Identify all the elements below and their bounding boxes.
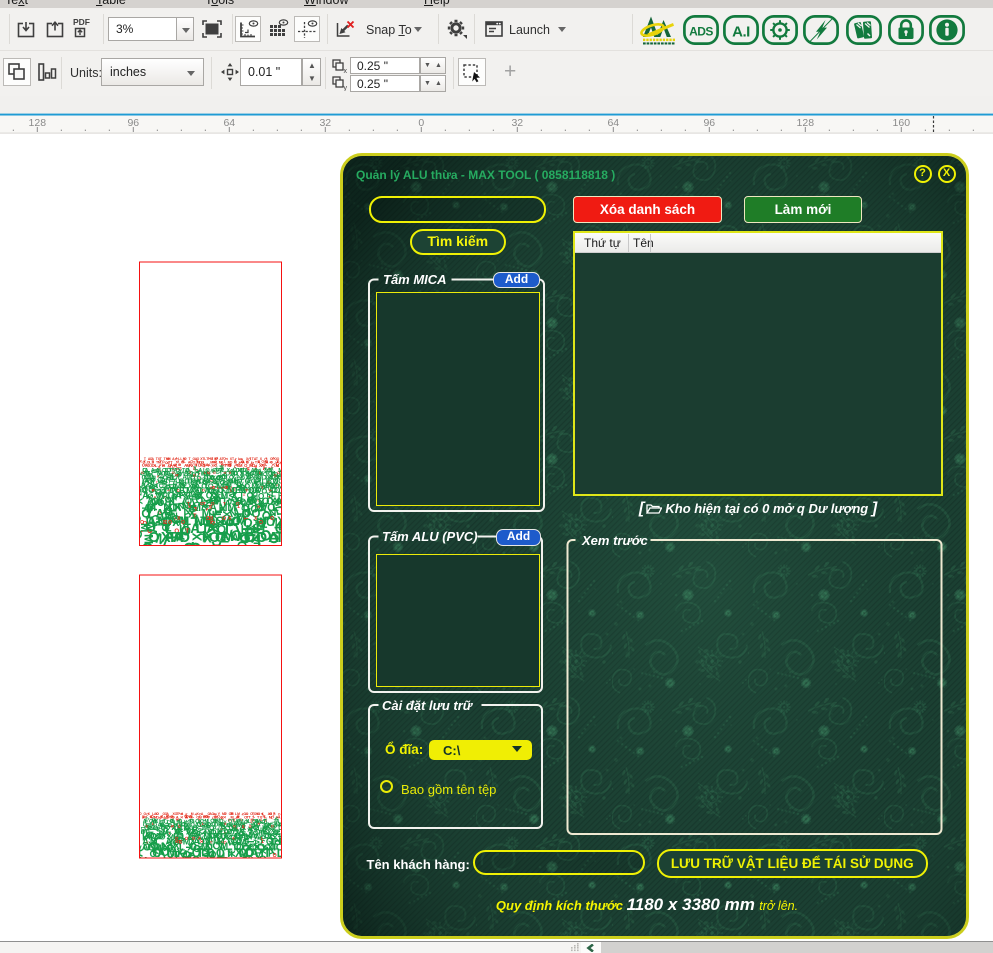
- svg-text:O: O: [189, 855, 200, 863]
- svg-text:O: O: [277, 471, 280, 475]
- svg-text:A: A: [151, 489, 156, 492]
- svg-text:O: O: [181, 518, 185, 524]
- svg-text:O: O: [270, 516, 274, 522]
- svg-text:A: A: [220, 528, 230, 543]
- svg-text:O: O: [259, 518, 263, 524]
- svg-text:O: O: [176, 839, 180, 844]
- svg-text:O: O: [141, 471, 144, 475]
- svg-text:X: X: [224, 821, 227, 826]
- svg-text:O: O: [184, 836, 189, 840]
- svg-text:X: X: [275, 464, 280, 467]
- svg-text:O: O: [271, 824, 274, 829]
- svg-text:M: M: [206, 850, 215, 861]
- svg-text:M: M: [161, 520, 167, 524]
- svg-text:T: T: [173, 850, 180, 861]
- svg-text:T: T: [223, 501, 226, 506]
- svg-text:A: A: [163, 854, 171, 866]
- svg-text:T: T: [237, 504, 240, 509]
- svg-text:O: O: [213, 471, 216, 475]
- svg-text:A: A: [173, 531, 188, 541]
- svg-text:O: O: [202, 488, 205, 493]
- svg-text:T: T: [275, 530, 284, 546]
- svg-text:A: A: [245, 488, 248, 493]
- svg-text:X: X: [188, 504, 191, 509]
- svg-text:M: M: [175, 473, 178, 477]
- svg-text:L: L: [253, 540, 261, 555]
- svg-text:T: T: [203, 501, 206, 506]
- svg-text:X: X: [139, 854, 147, 866]
- svg-text:X: X: [256, 822, 261, 825]
- svg-text:T: T: [161, 464, 166, 467]
- svg-text:O: O: [140, 518, 144, 524]
- svg-text:O: O: [223, 812, 227, 815]
- svg-text:O: O: [168, 518, 172, 524]
- svg-text:O: O: [192, 474, 196, 477]
- svg-text:M: M: [202, 463, 207, 467]
- svg-text:M: M: [219, 465, 225, 469]
- svg-text:X: X: [199, 840, 204, 843]
- svg-text:O: O: [145, 816, 149, 821]
- svg-text:O: O: [184, 457, 188, 460]
- svg-text:O: O: [233, 824, 236, 829]
- svg-text:O: O: [211, 501, 215, 506]
- svg-text:X: X: [145, 824, 148, 829]
- svg-text:O: O: [177, 825, 182, 828]
- svg-text:T: T: [261, 839, 264, 844]
- svg-text:O: O: [176, 489, 181, 492]
- svg-text:A: A: [150, 847, 161, 855]
- svg-text:O: O: [130, 529, 145, 539]
- svg-text:O: O: [248, 825, 253, 828]
- svg-text:M: M: [207, 471, 210, 475]
- svg-text:T: T: [244, 517, 250, 520]
- svg-text:O: O: [172, 471, 175, 475]
- svg-text:A: A: [268, 489, 273, 492]
- svg-text:M: M: [245, 854, 254, 865]
- svg-text:O: O: [191, 836, 196, 840]
- svg-text:X: X: [190, 532, 205, 541]
